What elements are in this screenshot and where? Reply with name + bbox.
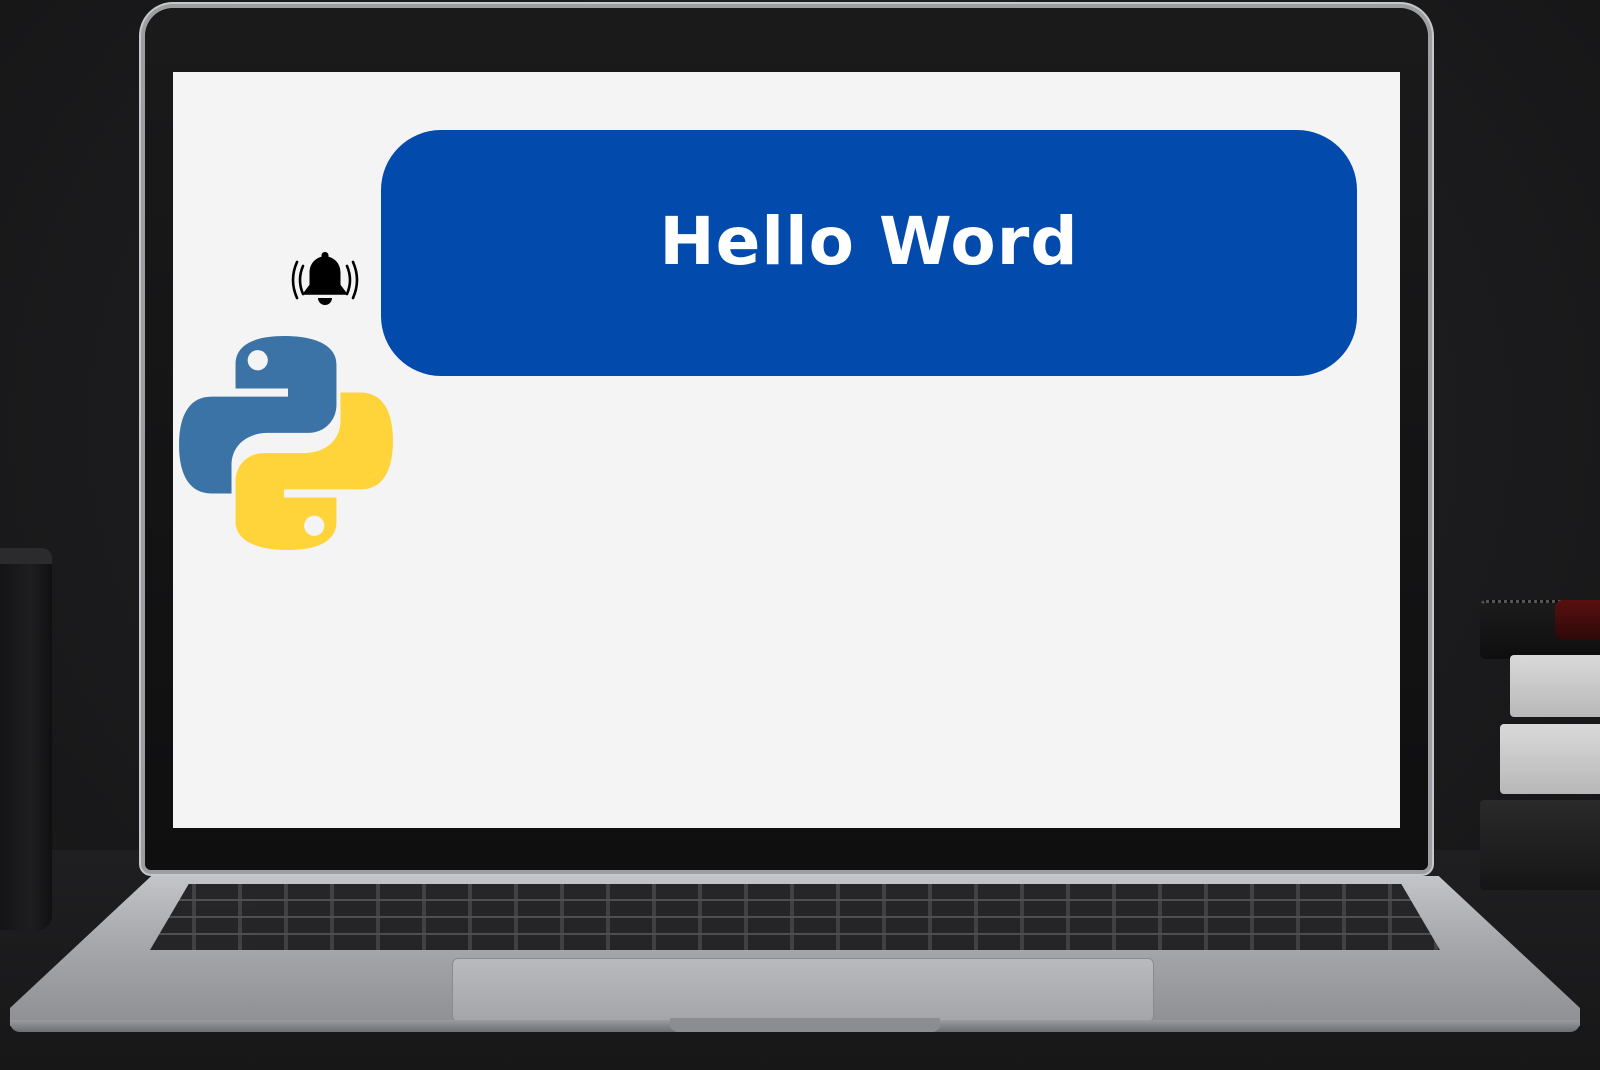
- book-stack-middle: [1500, 724, 1600, 794]
- red-book: [1555, 600, 1600, 640]
- python-logo-icon: [179, 336, 393, 550]
- laptop-opening-notch: [670, 1018, 940, 1032]
- photo-scene: Hello Word: [0, 0, 1600, 1070]
- book-stack-bottom: [1480, 800, 1600, 890]
- book-stack-top: [1510, 655, 1600, 717]
- slide-title: Hello Word: [659, 202, 1079, 280]
- laptop-screen: Hello Word: [173, 72, 1400, 828]
- bell-ringing-icon: [291, 252, 359, 305]
- mug: [0, 550, 52, 930]
- mug-rim: [0, 548, 52, 564]
- laptop-trackpad[interactable]: [452, 958, 1154, 1022]
- laptop-keyboard[interactable]: [150, 884, 1440, 950]
